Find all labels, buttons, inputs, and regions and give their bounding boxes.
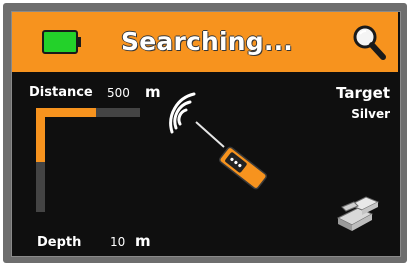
depth-label: Depth (37, 235, 82, 250)
header-bar: Searching... (12, 12, 398, 72)
depth-unit: m (135, 232, 151, 250)
target-label: Target (336, 84, 390, 102)
battery-full-icon (42, 30, 81, 54)
target-value: Silver (351, 107, 390, 121)
depth-value: 10 (110, 235, 126, 249)
distance-value: 500 (107, 86, 130, 100)
distance-unit: m (145, 83, 161, 101)
magnifier-icon[interactable] (352, 24, 386, 60)
status-title: Searching... (121, 27, 293, 56)
distance-label: Distance (29, 85, 93, 100)
